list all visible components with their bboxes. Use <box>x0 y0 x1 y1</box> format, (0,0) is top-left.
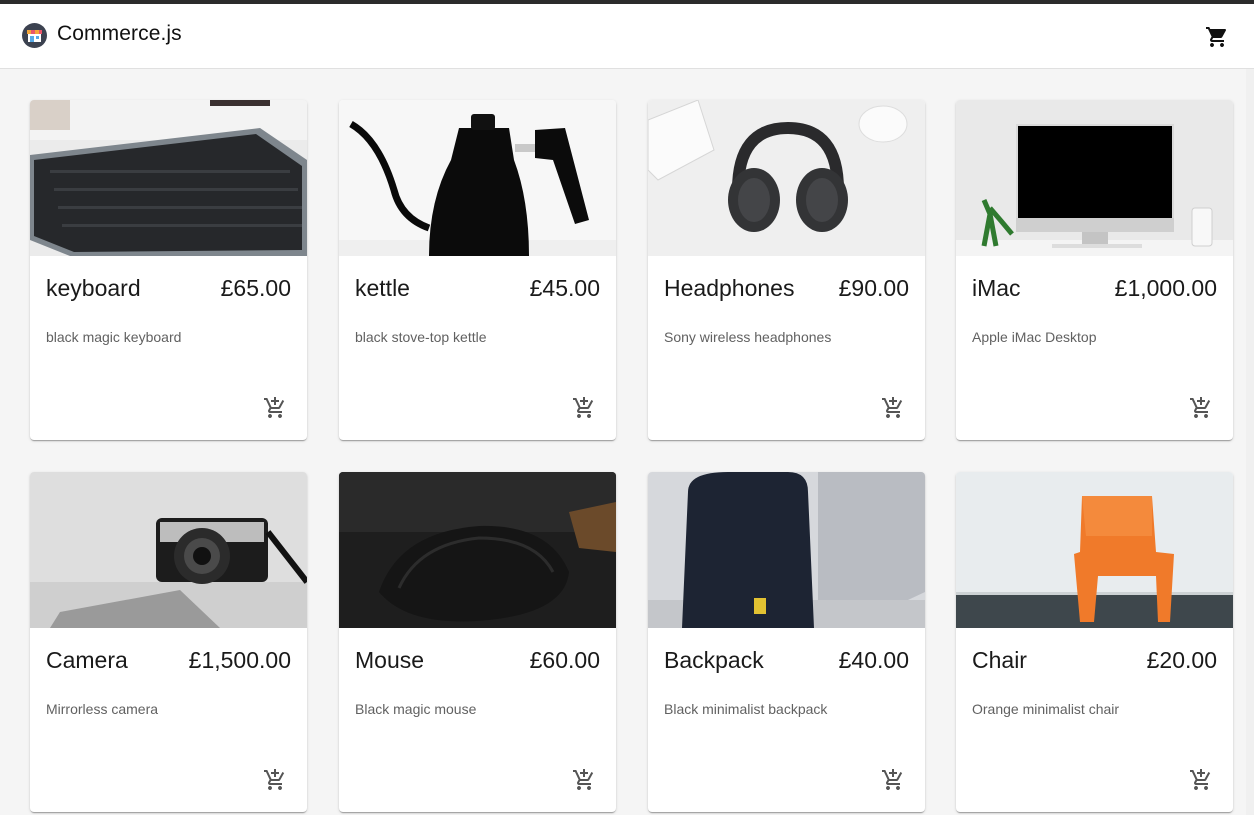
add-to-cart-icon <box>573 397 594 418</box>
add-to-cart-button[interactable] <box>260 394 290 422</box>
product-description: Black minimalist backpack <box>664 701 828 717</box>
add-to-cart-button[interactable] <box>1186 394 1216 422</box>
backpack-image <box>648 472 925 628</box>
product-name[interactable]: kettle <box>355 275 410 302</box>
add-to-cart-button[interactable] <box>569 394 599 422</box>
product-name[interactable]: Headphones <box>664 275 794 302</box>
product-price: £1,500.00 <box>188 647 291 673</box>
add-to-cart-button[interactable] <box>878 766 908 794</box>
add-to-cart-icon <box>1190 397 1211 418</box>
product-card: Backpack £40.00 Black minimalist backpac… <box>648 472 925 812</box>
product-name[interactable]: Camera <box>46 647 128 674</box>
headphones-image <box>648 100 925 256</box>
app-bar: Commerce.js <box>0 4 1254 69</box>
kettle-image <box>339 100 616 256</box>
product-description: Sony wireless headphones <box>664 329 832 345</box>
product-card: kettle £45.00 black stove-top kettle <box>339 100 616 440</box>
product-card: Headphones £90.00 Sony wireless headphon… <box>648 100 925 440</box>
add-to-cart-button[interactable] <box>878 394 908 422</box>
product-name[interactable]: Chair <box>972 647 1027 674</box>
product-name[interactable]: keyboard <box>46 275 141 302</box>
product-description: Apple iMac Desktop <box>972 329 1097 345</box>
shopping-cart-icon <box>1206 27 1227 47</box>
product-price: £40.00 <box>838 647 909 673</box>
add-to-cart-icon <box>882 397 903 418</box>
product-card: iMac £1,000.00 Apple iMac Desktop <box>956 100 1233 440</box>
product-description: Black magic mouse <box>355 701 477 717</box>
add-to-cart-icon <box>264 397 285 418</box>
camera-image <box>30 472 307 628</box>
product-card: Mouse £60.00 Black magic mouse <box>339 472 616 812</box>
product-price: £65.00 <box>220 275 291 301</box>
add-to-cart-button[interactable] <box>1186 766 1216 794</box>
product-description: black stove-top kettle <box>355 329 487 345</box>
product-price: £45.00 <box>529 275 600 301</box>
product-description: Orange minimalist chair <box>972 701 1120 717</box>
product-name[interactable]: Mouse <box>355 647 424 674</box>
keyboard-image <box>30 100 307 256</box>
product-price: £90.00 <box>838 275 909 301</box>
brand-title[interactable]: Commerce.js <box>57 22 182 46</box>
product-card: Camera £1,500.00 Mirrorless camera <box>30 472 307 812</box>
product-card: Chair £20.00 Orange minimalist chair <box>956 472 1233 812</box>
scrollbar-track[interactable] <box>1246 69 1254 815</box>
add-to-cart-button[interactable] <box>569 766 599 794</box>
cart-button[interactable] <box>1203 23 1231 51</box>
product-card: keyboard £65.00 black magic keyboard <box>30 100 307 440</box>
add-to-cart-icon <box>882 769 903 790</box>
chair-image <box>956 472 1233 628</box>
mouse-image <box>339 472 616 628</box>
product-price: £1,000.00 <box>1114 275 1217 301</box>
product-name[interactable]: iMac <box>972 275 1021 302</box>
add-to-cart-icon <box>573 769 594 790</box>
product-price: £20.00 <box>1146 647 1217 673</box>
add-to-cart-icon <box>264 769 285 790</box>
add-to-cart-button[interactable] <box>260 766 290 794</box>
store-logo-icon[interactable] <box>22 23 47 48</box>
product-price: £60.00 <box>529 647 600 673</box>
product-name[interactable]: Backpack <box>664 647 764 674</box>
product-description: Mirrorless camera <box>46 701 159 717</box>
imac-image <box>956 100 1233 256</box>
product-description: black magic keyboard <box>46 329 182 345</box>
add-to-cart-icon <box>1190 769 1211 790</box>
